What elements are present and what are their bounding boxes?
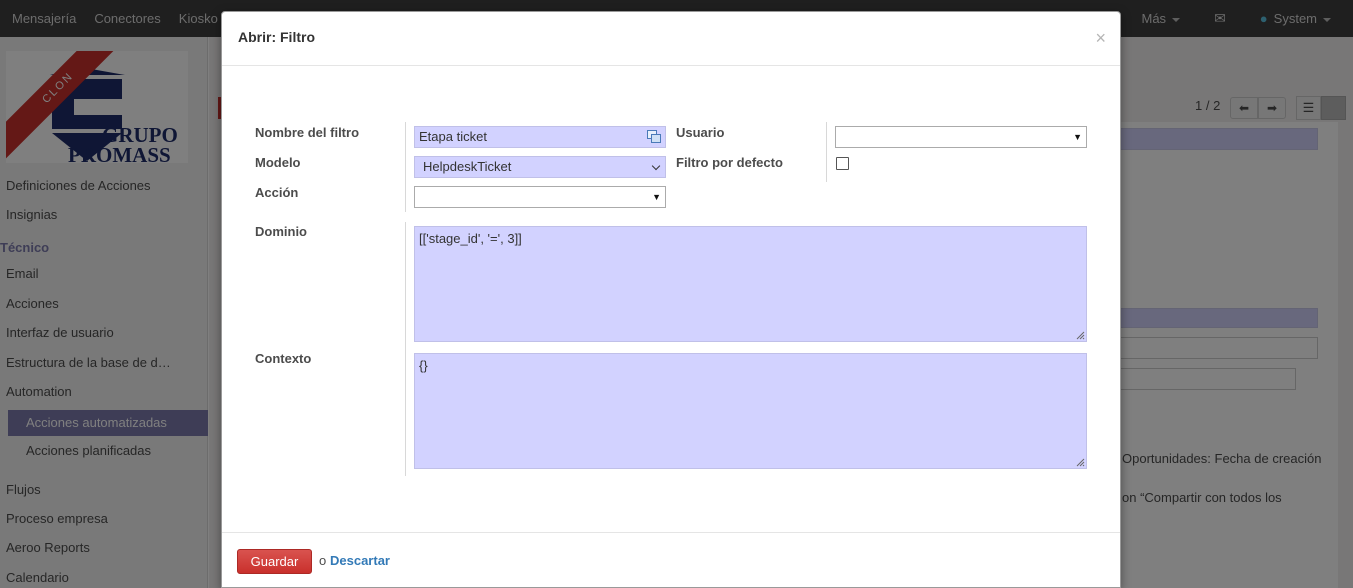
chevron-down-icon xyxy=(651,161,661,171)
dropdown-arrow-icon: ▼ xyxy=(1073,132,1082,142)
discard-link[interactable]: Descartar xyxy=(330,553,390,568)
dialog-title: Abrir: Filtro xyxy=(238,29,315,45)
default-filter-label: Filtro por defecto xyxy=(676,155,783,170)
user-label: Usuario xyxy=(676,125,725,140)
label-separator-lower xyxy=(405,222,406,476)
model-value: HelpdeskTicket xyxy=(423,159,512,174)
model-select[interactable]: HelpdeskTicket xyxy=(414,156,666,178)
dialog-header: Abrir: Filtro × xyxy=(222,12,1120,66)
label-separator-right xyxy=(826,122,827,182)
user-select[interactable]: ▼ xyxy=(835,126,1087,148)
filter-dialog: Abrir: Filtro × Nombre del filtro Modelo… xyxy=(221,11,1121,588)
dialog-footer: Guardar o Descartar xyxy=(222,532,1120,588)
close-icon[interactable]: × xyxy=(1095,28,1106,48)
action-label: Acción xyxy=(255,185,299,200)
domain-value: [['stage_id', '=', 3]] xyxy=(419,231,522,246)
context-textarea[interactable]: {} xyxy=(414,353,1087,469)
filter-name-value: Etapa ticket xyxy=(419,129,487,144)
filter-name-label: Nombre del filtro xyxy=(255,125,360,140)
action-select[interactable]: ▼ xyxy=(414,186,666,208)
model-label: Modelo xyxy=(255,155,301,170)
context-value: {} xyxy=(419,358,428,373)
translate-icon[interactable] xyxy=(647,130,661,143)
label-separator xyxy=(405,122,406,212)
domain-label: Dominio xyxy=(255,224,307,239)
filter-name-input[interactable]: Etapa ticket xyxy=(414,126,666,148)
default-filter-checkbox[interactable] xyxy=(836,157,849,170)
dropdown-arrow-icon: ▼ xyxy=(652,192,661,202)
save-button[interactable]: Guardar xyxy=(237,549,312,574)
domain-textarea[interactable]: [['stage_id', '=', 3]] xyxy=(414,226,1087,342)
resize-grip-icon[interactable] xyxy=(1075,457,1085,467)
resize-grip-icon[interactable] xyxy=(1075,330,1085,340)
or-text: o xyxy=(319,553,327,568)
context-label: Contexto xyxy=(255,351,312,366)
